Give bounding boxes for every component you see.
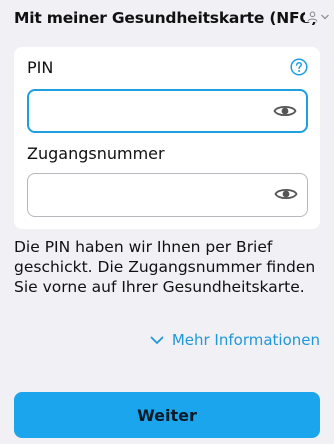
pin-field[interactable]	[27, 89, 308, 133]
question-circle-icon[interactable]	[290, 58, 308, 76]
pin-label: PIN	[27, 58, 54, 77]
access-number-label: Zugangsnummer	[27, 144, 165, 163]
chevron-down-icon	[150, 336, 164, 344]
pin-input[interactable]	[39, 99, 263, 125]
person-icon	[307, 11, 318, 22]
chevron-down-icon	[321, 14, 329, 19]
eye-icon[interactable]	[274, 185, 298, 203]
eye-icon[interactable]	[273, 102, 297, 120]
header: Mit meiner Gesundheitskarte (NFC)	[14, 8, 330, 28]
access-number-field[interactable]	[27, 173, 308, 217]
more-info-link[interactable]: Mehr Informationen	[150, 331, 320, 349]
info-text: Die PIN haben wir Ihnen per Brief geschi…	[14, 238, 316, 296]
access-number-input[interactable]	[38, 182, 262, 208]
login-card: PIN Zugangsnummer	[14, 47, 320, 229]
continue-button-label: Weiter	[137, 405, 197, 425]
account-switcher[interactable]	[305, 11, 330, 22]
more-info-label: Mehr Informationen	[171, 331, 320, 349]
continue-button[interactable]: Weiter	[14, 392, 320, 438]
page-title: Mit meiner Gesundheitskarte (NFC)	[14, 9, 318, 27]
